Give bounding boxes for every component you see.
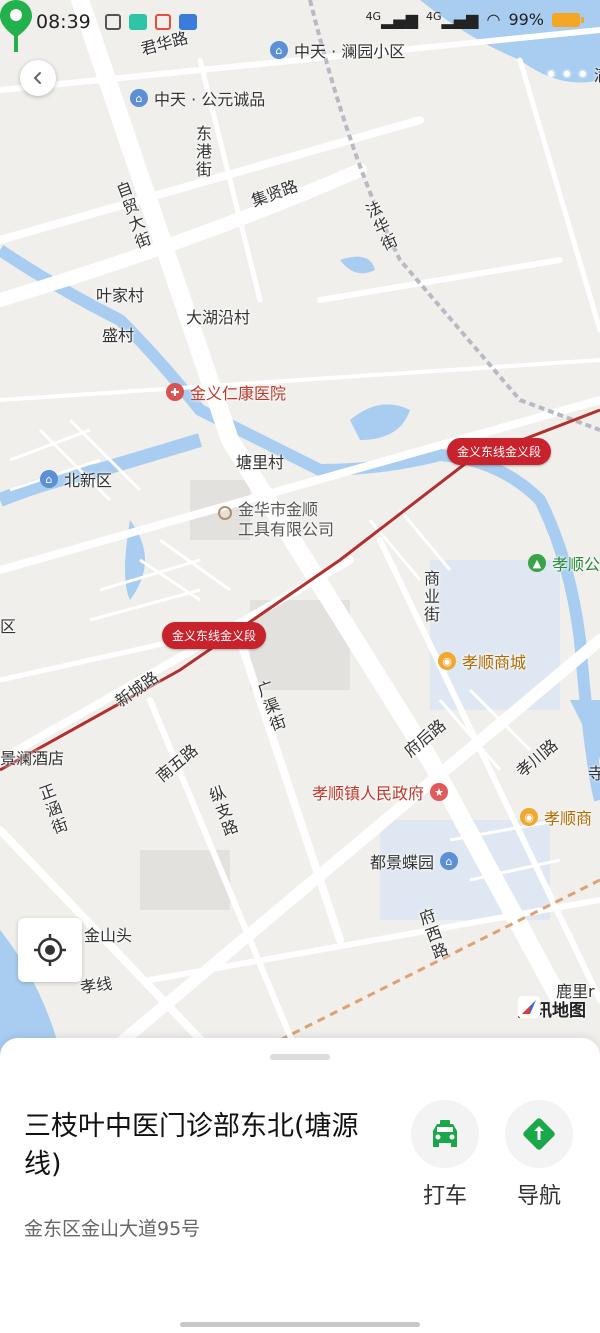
more-dots-icon: • • • <box>546 64 588 84</box>
signal-icon: 4G▂▄▆ <box>365 10 419 29</box>
tencent-map-logo: 腾讯地图 <box>518 996 586 1021</box>
locate-button[interactable] <box>18 918 82 982</box>
place-label-dahuyan: 大湖沿村 <box>186 308 251 327</box>
battery-percent: 99% <box>508 10 544 29</box>
taxi-button-circle[interactable] <box>411 1100 479 1168</box>
place-label-district: 区 <box>0 617 17 636</box>
road-label-donggang: 东港街 <box>193 125 212 179</box>
park-icon: ▲ <box>528 554 546 572</box>
government-icon: ★ <box>430 783 449 801</box>
taxi-label: 打车 <box>422 1184 467 1209</box>
status-bar: 08:39 4G▂▄▆ 4G▂▄▆ ◠ 99% <box>0 0 600 44</box>
residential-icon: ⌂ <box>130 89 148 107</box>
poi-jinglan-hotel[interactable]: 景澜酒店 <box>0 745 64 769</box>
poi-hospital[interactable]: ✚ 金义仁康医院 <box>166 380 286 404</box>
shopping-icon: ◉ <box>438 652 456 670</box>
poi-manjue[interactable]: • • • 满坳 <box>546 62 600 86</box>
wifi-icon: ◠ <box>486 10 501 29</box>
navigation-icon <box>523 1118 555 1150</box>
place-detail-sheet[interactable]: 三枝叶中医门诊部东北(塘源线) 金东区金山大道95号 打车 导航 <box>0 1038 600 1333</box>
place-label-tangli: 塘里村 <box>236 453 285 472</box>
poi-si[interactable]: 寺 <box>588 760 600 784</box>
taxi-icon <box>433 1120 457 1147</box>
place-address: 金东区金山大道95号 <box>24 1218 201 1240</box>
poi-dujing-garden[interactable]: 都景蝶园 ⌂ <box>370 849 459 873</box>
taxi-button[interactable]: 打车 <box>408 1100 482 1210</box>
map-view[interactable]: 君华路 自贸大街 东港街 集贤路 法华街 叶家村 盛村 大湖沿村 塘里村 区 商… <box>0 0 600 1060</box>
place-label-yejia: 叶家村 <box>96 286 145 305</box>
road-label-shangye: 商业街 <box>421 570 440 624</box>
tencent-map-icon <box>518 996 540 1018</box>
place-label-sheng: 盛村 <box>102 326 135 345</box>
poi-gongyuan[interactable]: ⌂ 中天 · 公元诚品 <box>130 86 265 110</box>
place-label-jinshantou: 金山头 <box>84 926 133 945</box>
district-icon: ⌂ <box>40 470 58 488</box>
shopping-icon: ◉ <box>520 808 538 826</box>
drag-handle[interactable] <box>270 1054 330 1060</box>
place-title: 三枝叶中医门诊部东北(塘源线) <box>24 1111 359 1180</box>
poi-xiaoshun-mall[interactable]: ◉ 孝顺商城 <box>438 649 526 673</box>
rail-line-tag[interactable]: 金义东线金义段 <box>162 622 267 649</box>
poi-xiaoshun-shop[interactable]: ◉ 孝顺商 <box>520 805 592 829</box>
app-notification-icon <box>178 14 197 30</box>
home-indicator[interactable] <box>180 1322 420 1327</box>
rail-line-tag[interactable]: 金义东线金义段 <box>447 438 552 465</box>
navigation-button-circle[interactable] <box>505 1100 573 1168</box>
company-icon <box>218 506 232 520</box>
back-button[interactable] <box>20 60 56 96</box>
notification-icon <box>104 14 121 30</box>
poi-government[interactable]: 孝顺镇人民政府 ★ <box>312 780 449 804</box>
navigation-label: 导航 <box>516 1184 561 1209</box>
hospital-icon: ✚ <box>166 383 184 401</box>
signal-icon: 4G▂▄▆ <box>426 10 479 29</box>
battery-icon <box>552 12 584 27</box>
app-notification-icon <box>128 14 147 30</box>
poi-xiaoshun-park[interactable]: ▲ 孝顺公 <box>528 551 600 575</box>
poi-company[interactable]: 金华市金顺 工具有限公司 <box>218 500 334 540</box>
status-right: 4G▂▄▆ 4G▂▄▆ ◠ 99% <box>365 10 584 29</box>
chevron-left-icon <box>33 72 41 84</box>
poi-beixin[interactable]: ⌂ 北新区 <box>40 467 112 491</box>
navigation-button[interactable]: 导航 <box>502 1100 576 1210</box>
status-time: 08:39 <box>36 11 91 33</box>
road-label-xiaoline: 孝线 <box>79 973 114 998</box>
residential-icon: ⌂ <box>440 852 459 870</box>
app-notification-icon <box>154 14 171 30</box>
crosshair-icon <box>34 934 66 966</box>
